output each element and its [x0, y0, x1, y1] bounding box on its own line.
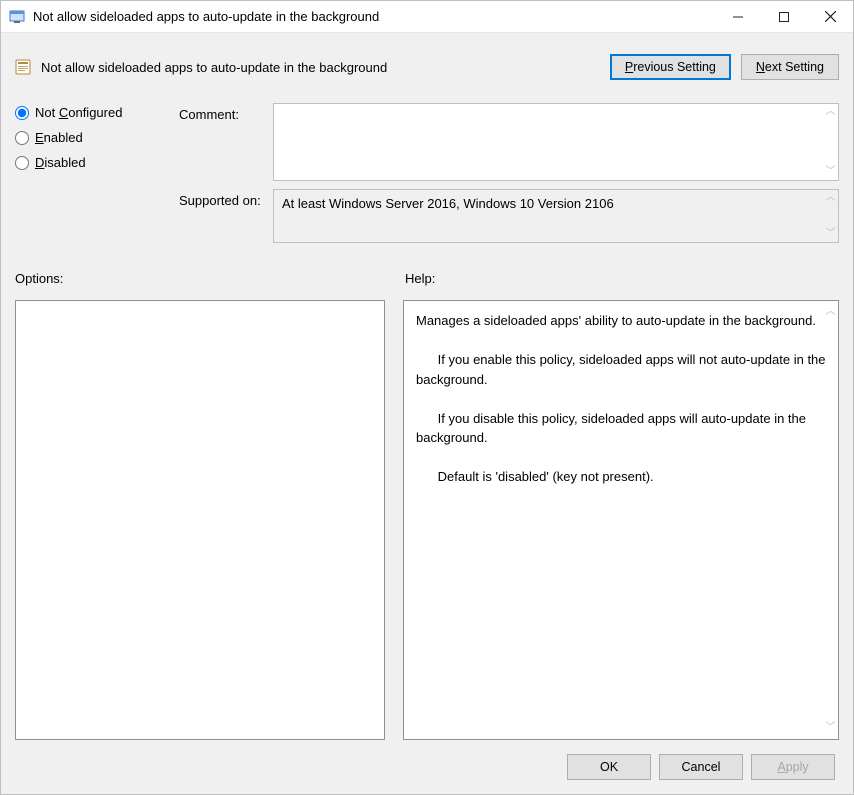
- supported-on-text: At least Windows Server 2016, Windows 10…: [282, 196, 614, 211]
- gpedit-icon: [9, 9, 25, 25]
- close-button[interactable]: [807, 1, 853, 32]
- policy-icon: [15, 59, 31, 75]
- next-post: ext Setting: [765, 60, 824, 74]
- apply-button[interactable]: Apply: [751, 754, 835, 780]
- lower-panes: Manages a sideloaded apps' ability to au…: [15, 300, 839, 740]
- setting-header: Not allow sideloaded apps to auto-update…: [15, 45, 839, 89]
- scroll-up-icon[interactable]: ︿: [825, 307, 836, 317]
- prev-u: P: [625, 60, 633, 74]
- window-title: Not allow sideloaded apps to auto-update…: [33, 9, 715, 24]
- scroll-down-icon[interactable]: ﹀: [825, 167, 836, 177]
- next-u: N: [756, 60, 765, 74]
- window-controls: [715, 1, 853, 32]
- maximize-button[interactable]: [761, 1, 807, 32]
- radio-enabled[interactable]: Enabled: [15, 130, 175, 145]
- footer-buttons: OK Cancel Apply: [15, 740, 839, 786]
- radio-not-configured-input[interactable]: [15, 106, 29, 120]
- help-text: Manages a sideloaded apps' ability to au…: [416, 313, 829, 484]
- comment-textarea[interactable]: ︿ ﹀: [273, 103, 839, 181]
- minimize-button[interactable]: [715, 1, 761, 32]
- comment-label: Comment:: [179, 103, 269, 122]
- scroll-up-icon[interactable]: ︿: [825, 193, 836, 203]
- help-pane: Manages a sideloaded apps' ability to au…: [403, 300, 839, 740]
- ok-button[interactable]: OK: [567, 754, 651, 780]
- supported-on-box: At least Windows Server 2016, Windows 10…: [273, 189, 839, 243]
- radio-enabled-input[interactable]: [15, 131, 29, 145]
- dialog-content: Not allow sideloaded apps to auto-update…: [1, 33, 853, 794]
- prev-post: revious Setting: [633, 60, 716, 74]
- setting-title: Not allow sideloaded apps to auto-update…: [41, 60, 600, 75]
- help-label: Help:: [405, 271, 435, 286]
- apply-u: A: [777, 760, 785, 774]
- cancel-button[interactable]: Cancel: [659, 754, 743, 780]
- lower-headers: Options: Help:: [15, 271, 839, 286]
- options-label: Options:: [15, 271, 385, 286]
- supported-on-label: Supported on:: [179, 189, 269, 208]
- radio-not-configured-label: Not Configured: [35, 105, 122, 120]
- scroll-down-icon[interactable]: ﹀: [825, 229, 836, 239]
- radio-disabled-label: Disabled: [35, 155, 86, 170]
- next-setting-button[interactable]: Next Setting: [741, 54, 839, 80]
- radio-enabled-label: Enabled: [35, 130, 83, 145]
- apply-post: pply: [786, 760, 809, 774]
- scroll-down-icon[interactable]: ﹀: [825, 723, 836, 733]
- radio-not-configured[interactable]: Not Configured: [15, 105, 175, 120]
- state-radio-group: Not Configured Enabled Disabled: [15, 103, 175, 170]
- previous-setting-button[interactable]: Previous Setting: [610, 54, 731, 80]
- radio-disabled-input[interactable]: [15, 156, 29, 170]
- titlebar: Not allow sideloaded apps to auto-update…: [1, 1, 853, 33]
- radio-disabled[interactable]: Disabled: [15, 155, 175, 170]
- scroll-up-icon[interactable]: ︿: [825, 107, 836, 117]
- config-grid: Not Configured Enabled Disabled Comment:…: [15, 103, 839, 251]
- options-pane: [15, 300, 385, 740]
